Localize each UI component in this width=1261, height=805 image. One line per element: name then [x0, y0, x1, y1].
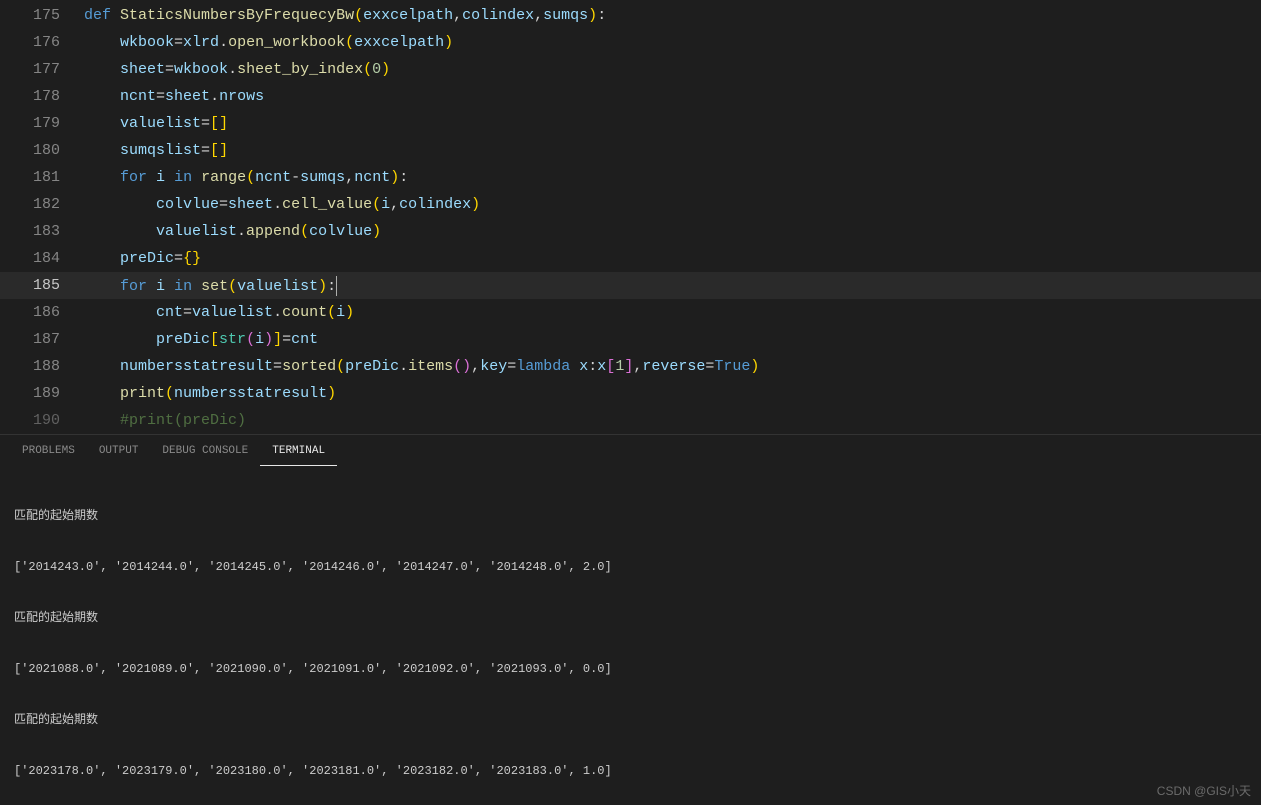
- code-line[interactable]: 187 preDic[str(i)]=cnt: [0, 326, 1261, 353]
- code-line[interactable]: 176 wkbook=xlrd.open_workbook(exxcelpath…: [0, 29, 1261, 56]
- code-content: print(numbersstatresult): [84, 385, 336, 402]
- tab-output[interactable]: OUTPUT: [87, 441, 151, 466]
- tab-problems[interactable]: PROBLEMS: [10, 441, 87, 466]
- code-editor[interactable]: 175 def StaticsNumbersByFrequecyBw(exxce…: [0, 0, 1261, 434]
- line-number: 180: [0, 142, 84, 159]
- line-number: 186: [0, 304, 84, 321]
- line-number: 179: [0, 115, 84, 132]
- code-content: sheet=wkbook.sheet_by_index(0): [84, 61, 390, 78]
- line-number: 178: [0, 88, 84, 105]
- code-line[interactable]: 177 sheet=wkbook.sheet_by_index(0): [0, 56, 1261, 83]
- code-line[interactable]: 183 valuelist.append(colvlue): [0, 218, 1261, 245]
- code-line[interactable]: 188 numbersstatresult=sorted(preDic.item…: [0, 353, 1261, 380]
- line-number: 188: [0, 358, 84, 375]
- code-content: #print(preDic): [84, 412, 246, 429]
- code-line[interactable]: 179 valuelist=[]: [0, 110, 1261, 137]
- line-number: 183: [0, 223, 84, 240]
- cursor-icon: [336, 276, 337, 296]
- code-content: ncnt=sheet.nrows: [84, 88, 264, 105]
- code-content: for i in range(ncnt-sumqs,ncnt):: [84, 169, 408, 186]
- line-number: 185: [0, 277, 84, 294]
- code-content: valuelist.append(colvlue): [84, 223, 381, 240]
- terminal-line: ['2014243.0', '2014244.0', '2014245.0', …: [14, 559, 1247, 576]
- line-number: 184: [0, 250, 84, 267]
- line-number: 177: [0, 61, 84, 78]
- line-number: 176: [0, 34, 84, 51]
- code-line[interactable]: 181 for i in range(ncnt-sumqs,ncnt):: [0, 164, 1261, 191]
- code-content: sumqslist=[]: [84, 142, 228, 159]
- code-content: def StaticsNumbersByFrequecyBw(exxcelpat…: [84, 7, 606, 24]
- terminal-line: ['2023178.0', '2023179.0', '2023180.0', …: [14, 763, 1247, 780]
- code-line[interactable]: 180 sumqslist=[]: [0, 137, 1261, 164]
- bottom-panel: PROBLEMS OUTPUT DEBUG CONSOLE TERMINAL 匹…: [0, 434, 1261, 805]
- code-line[interactable]: 178 ncnt=sheet.nrows: [0, 83, 1261, 110]
- line-number: 190: [0, 412, 84, 429]
- code-line[interactable]: 184 preDic={}: [0, 245, 1261, 272]
- code-line[interactable]: 175 def StaticsNumbersByFrequecyBw(exxce…: [0, 2, 1261, 29]
- terminal-line: 匹配的起始期数: [14, 508, 1247, 525]
- code-content: valuelist=[]: [84, 115, 228, 132]
- line-number: 181: [0, 169, 84, 186]
- code-line[interactable]: 190 #print(preDic): [0, 407, 1261, 434]
- code-line-active[interactable]: 185 for i in set(valuelist):: [0, 272, 1261, 299]
- code-line[interactable]: 182 colvlue=sheet.cell_value(i,colindex): [0, 191, 1261, 218]
- line-number: 175: [0, 7, 84, 24]
- code-content: colvlue=sheet.cell_value(i,colindex): [84, 196, 480, 213]
- terminal-line: ['2021088.0', '2021089.0', '2021090.0', …: [14, 661, 1247, 678]
- code-content: wkbook=xlrd.open_workbook(exxcelpath): [84, 34, 453, 51]
- watermark: CSDN @GIS小天: [1157, 782, 1251, 799]
- line-number: 187: [0, 331, 84, 348]
- terminal-output[interactable]: 匹配的起始期数 ['2014243.0', '2014244.0', '2014…: [0, 466, 1261, 805]
- line-number: 182: [0, 196, 84, 213]
- panel-tabs: PROBLEMS OUTPUT DEBUG CONSOLE TERMINAL: [0, 435, 1261, 466]
- terminal-line: 匹配的起始期数: [14, 712, 1247, 729]
- terminal-line: 匹配的起始期数: [14, 610, 1247, 627]
- tab-debug-console[interactable]: DEBUG CONSOLE: [150, 441, 260, 466]
- code-line[interactable]: 186 cnt=valuelist.count(i): [0, 299, 1261, 326]
- tab-terminal[interactable]: TERMINAL: [260, 441, 337, 466]
- code-content: preDic[str(i)]=cnt: [84, 331, 318, 348]
- code-content: preDic={}: [84, 250, 201, 267]
- code-line[interactable]: 189 print(numbersstatresult): [0, 380, 1261, 407]
- code-content: for i in set(valuelist):: [84, 276, 337, 296]
- code-content: cnt=valuelist.count(i): [84, 304, 354, 321]
- code-content: numbersstatresult=sorted(preDic.items(),…: [84, 358, 759, 375]
- line-number: 189: [0, 385, 84, 402]
